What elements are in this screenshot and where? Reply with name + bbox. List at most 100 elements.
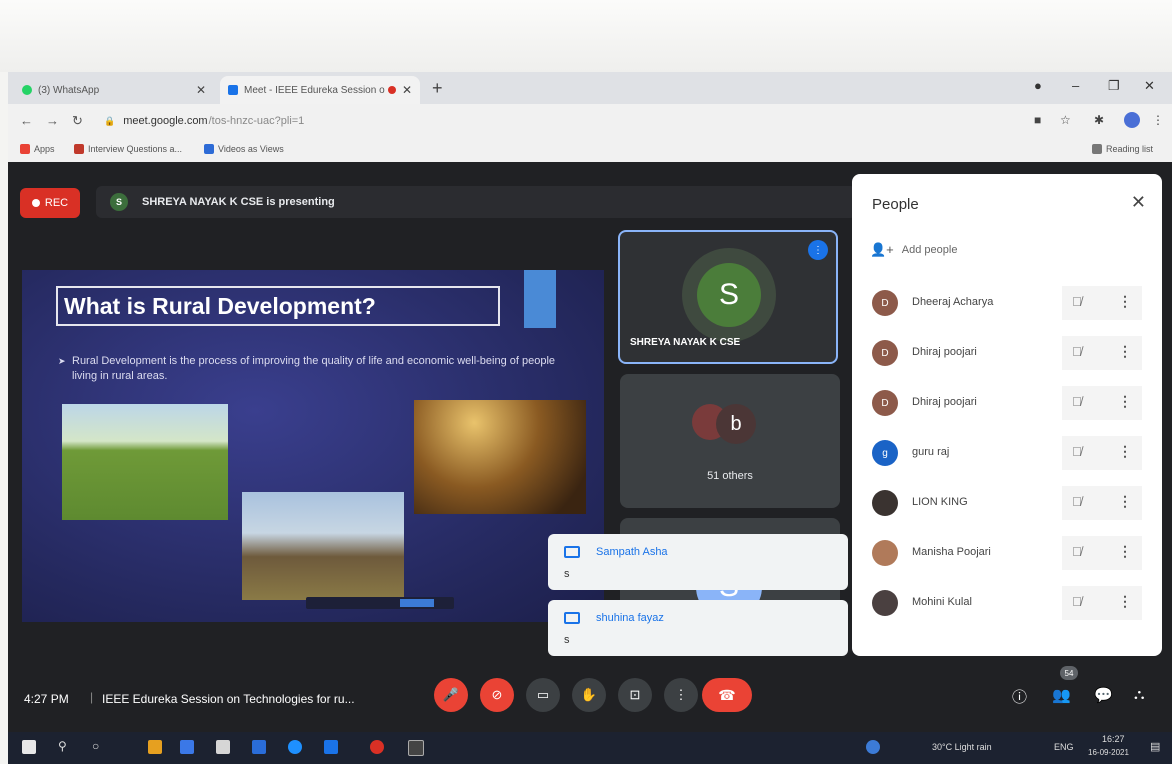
- app-icon[interactable]: [866, 740, 880, 754]
- search-icon[interactable]: ⚲: [58, 739, 67, 753]
- more-vert-icon[interactable]: ⋮: [1118, 593, 1132, 610]
- bookmark-interview[interactable]: Interview Questions a...: [74, 144, 182, 154]
- close-icon[interactable]: ✕: [196, 83, 206, 97]
- notion-icon[interactable]: [408, 740, 424, 756]
- windows-start-icon[interactable]: [22, 740, 36, 754]
- app-icon[interactable]: [252, 740, 266, 754]
- present-button[interactable]: ⊡: [618, 678, 652, 712]
- tab-title: (3) WhatsApp: [38, 84, 100, 96]
- people-icon[interactable]: 👥: [1052, 686, 1071, 704]
- minimize-icon[interactable]: –: [1072, 78, 1079, 93]
- browser-tab-strip: (3) WhatsApp ✕ Meet - IEEE Edureka Sessi…: [8, 72, 1172, 104]
- tab-title: Meet - IEEE Edureka Session o: [244, 84, 385, 96]
- camera-toggle-button[interactable]: ⊘: [480, 678, 514, 712]
- close-icon[interactable]: ✕: [1131, 192, 1146, 213]
- mic-off-icon[interactable]: 🎙̸: [1072, 594, 1082, 609]
- menu-icon[interactable]: ⋮: [1152, 113, 1164, 127]
- chat-message: s: [564, 568, 570, 580]
- stop-sharing-button[interactable]: [400, 599, 434, 607]
- mic-off-icon[interactable]: 🎙̸: [1072, 444, 1082, 459]
- avatar: g: [872, 440, 898, 466]
- forward-icon[interactable]: →: [46, 113, 59, 128]
- participant-row[interactable]: g guru raj 🎙̸ ⋮: [852, 428, 1162, 478]
- more-vert-icon[interactable]: ⋮: [1118, 543, 1132, 560]
- presenter-avatar: S: [110, 193, 128, 211]
- info-icon[interactable]: ⓘ: [1012, 686, 1027, 707]
- participant-row[interactable]: Mohini Kulal 🎙̸ ⋮: [852, 578, 1162, 628]
- control-bar: 4:27 PM | IEEE Edureka Session on Techno…: [8, 662, 1172, 732]
- mic-off-icon: 🎤: [442, 687, 460, 702]
- participant-name: Mohini Kulal: [912, 596, 972, 608]
- presenter-tile[interactable]: S SHREYA NAYAK K CSE ⋮: [618, 230, 838, 364]
- more-options-button[interactable]: ⋮: [664, 678, 698, 712]
- hand-icon: ✋: [580, 687, 598, 702]
- chat-sender: Sampath Asha: [596, 546, 668, 558]
- profile-icon[interactable]: ●: [1034, 78, 1042, 93]
- captions-button[interactable]: ▭: [526, 678, 560, 712]
- captions-icon: ▭: [536, 687, 550, 702]
- more-vert-icon[interactable]: ⋮: [1118, 493, 1132, 510]
- avatar: [872, 590, 898, 616]
- leave-call-button[interactable]: ☎: [702, 678, 752, 712]
- more-vert-icon[interactable]: ⋮: [1118, 393, 1132, 410]
- avatar: [872, 490, 898, 516]
- app-icon[interactable]: [324, 740, 338, 754]
- avatar: b: [716, 404, 756, 444]
- close-icon[interactable]: ✕: [402, 83, 412, 97]
- back-icon[interactable]: ←: [20, 113, 33, 128]
- mic-off-icon[interactable]: 🎙̸: [1072, 544, 1082, 559]
- mic-toggle-button[interactable]: 🎤: [434, 678, 468, 712]
- activities-icon[interactable]: ⛬: [1134, 686, 1145, 703]
- task-view-icon[interactable]: ○: [92, 739, 99, 753]
- extensions-icon[interactable]: ✱: [1094, 113, 1104, 127]
- bookmark-star-icon[interactable]: ☆: [1060, 113, 1071, 127]
- chat-icon[interactable]: 💬: [1094, 686, 1113, 704]
- chat-message: s: [564, 634, 570, 646]
- edge-icon[interactable]: [288, 740, 302, 754]
- mic-off-icon[interactable]: 🎙̸: [1072, 344, 1082, 359]
- participant-row[interactable]: D Dhiraj poojari 🎙̸ ⋮: [852, 378, 1162, 428]
- restore-icon[interactable]: ❐: [1108, 78, 1120, 94]
- notification-icon[interactable]: ▤: [1150, 740, 1160, 753]
- app-icon[interactable]: [370, 740, 384, 754]
- reload-icon[interactable]: ↻: [72, 113, 83, 129]
- close-window-icon[interactable]: ✕: [1144, 78, 1155, 94]
- chat-notification[interactable]: Sampath Asha s: [548, 534, 848, 590]
- others-tile[interactable]: b 51 others: [620, 374, 840, 508]
- chrome-icon[interactable]: [180, 740, 194, 754]
- store-icon[interactable]: [216, 740, 230, 754]
- tab-whatsapp[interactable]: (3) WhatsApp ✕: [14, 76, 214, 104]
- clock-time[interactable]: 16:27: [1102, 734, 1125, 744]
- bookmark-videos[interactable]: Videos as Views: [204, 144, 284, 154]
- raise-hand-button[interactable]: ✋: [572, 678, 606, 712]
- more-vert-icon[interactable]: ⋮: [1118, 293, 1132, 310]
- clock-date[interactable]: 16-09-2021: [1088, 748, 1129, 757]
- chat-notification[interactable]: shuhina fayaz s: [548, 600, 848, 656]
- present-icon: ⊡: [629, 687, 641, 702]
- bookmark-favicon-icon: [74, 144, 84, 154]
- avatar: S: [697, 263, 761, 327]
- more-vert-icon[interactable]: ⋮: [1118, 343, 1132, 360]
- reading-list[interactable]: Reading list: [1092, 144, 1153, 154]
- weather-text[interactable]: 30°C Light rain: [932, 742, 992, 752]
- app-icon[interactable]: [148, 740, 162, 754]
- shared-slide: What is Rural Development? ➤ Rural Devel…: [22, 270, 604, 622]
- participant-row[interactable]: D Dheeraj Acharya 🎙̸ ⋮: [852, 278, 1162, 328]
- add-people-button[interactable]: 👤+ Add people: [870, 242, 957, 258]
- camera-icon[interactable]: ■: [1034, 113, 1041, 127]
- participant-row[interactable]: Manisha Poojari 🎙̸ ⋮: [852, 528, 1162, 578]
- new-tab-button[interactable]: +: [432, 78, 443, 99]
- mic-off-icon[interactable]: 🎙̸: [1072, 394, 1082, 409]
- tab-meet[interactable]: Meet - IEEE Edureka Session o ✕: [220, 76, 420, 104]
- address-bar[interactable]: 🔒 meet.google.com/tos-hnzc-uac?pli=1: [104, 110, 1024, 132]
- participant-row[interactable]: D Dhiraj poojari 🎙̸ ⋮: [852, 328, 1162, 378]
- slide-bullet-text: Rural Development is the process of impr…: [72, 355, 556, 382]
- avatar[interactable]: [1124, 112, 1140, 128]
- mic-off-icon[interactable]: 🎙̸: [1072, 294, 1082, 309]
- mic-off-icon[interactable]: 🎙̸: [1072, 494, 1082, 509]
- bookmark-apps[interactable]: Apps: [20, 144, 55, 154]
- participant-row[interactable]: LION KING 🎙̸ ⋮: [852, 478, 1162, 528]
- language-indicator[interactable]: ENG: [1054, 742, 1074, 752]
- more-vert-icon[interactable]: ⋮: [1118, 443, 1132, 460]
- meeting-time: 4:27 PM: [24, 692, 69, 706]
